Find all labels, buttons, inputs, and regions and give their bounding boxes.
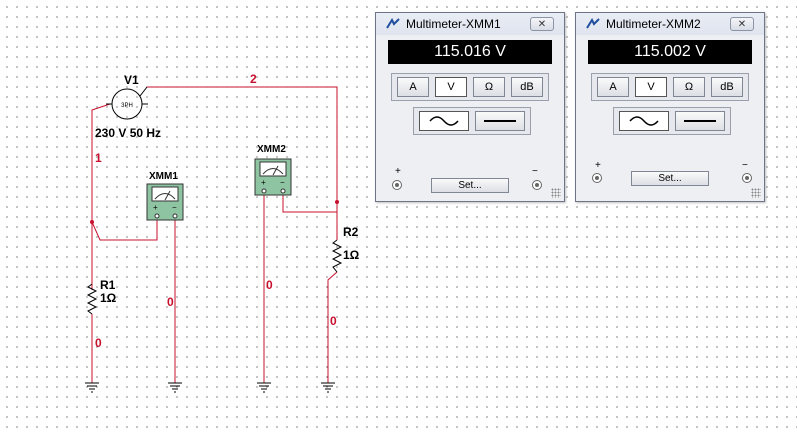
multimeter-logo-icon bbox=[386, 18, 400, 29]
meter-reading-display: 115.002 V bbox=[588, 40, 752, 64]
mode-ampere-button[interactable]: A bbox=[597, 77, 629, 97]
junction-dot bbox=[90, 220, 94, 224]
positive-sign: + bbox=[395, 166, 401, 177]
mode-ohm-button[interactable]: Ω bbox=[673, 77, 705, 97]
mode-volt-button[interactable]: V bbox=[435, 77, 467, 97]
svg-text:+: + bbox=[153, 203, 158, 212]
ac-wave-icon bbox=[629, 116, 659, 126]
close-icon: ✕ bbox=[537, 19, 547, 30]
mode-db-button[interactable]: dB bbox=[511, 77, 543, 97]
junction-dot bbox=[335, 200, 339, 204]
ground-icon bbox=[321, 382, 335, 393]
svg-text:+: + bbox=[261, 178, 266, 187]
mode-ohm-button[interactable]: Ω bbox=[473, 77, 505, 97]
net-label-0: 0 bbox=[330, 314, 337, 328]
resize-grip-icon[interactable] bbox=[551, 188, 561, 198]
svg-text:−: − bbox=[172, 203, 177, 212]
signal-type-group bbox=[613, 107, 731, 135]
resistor-r2[interactable] bbox=[331, 239, 343, 273]
net-label-0: 0 bbox=[167, 295, 174, 309]
window-title: Multimeter-XMM1 bbox=[406, 17, 501, 31]
window-titlebar[interactable]: Multimeter-XMM1 ✕ bbox=[376, 13, 564, 35]
dc-line-icon bbox=[484, 120, 516, 122]
r1-name-label: R1 bbox=[100, 278, 116, 292]
window-titlebar[interactable]: Multimeter-XMM2 ✕ bbox=[576, 13, 764, 35]
mode-ampere-button[interactable]: A bbox=[397, 77, 429, 97]
dc-button[interactable] bbox=[475, 111, 525, 131]
close-button[interactable]: ✕ bbox=[530, 17, 554, 31]
net-label-1: 1 bbox=[95, 151, 102, 165]
dc-button[interactable] bbox=[675, 111, 725, 131]
multimeter-logo-icon bbox=[586, 18, 600, 29]
positive-sign: + bbox=[595, 160, 601, 171]
source-value-label: 230 V 50 Hz bbox=[95, 126, 161, 140]
net-label-2: 2 bbox=[250, 72, 257, 86]
xmm2-label: XMM2 bbox=[257, 144, 286, 155]
negative-terminal[interactable] bbox=[532, 180, 542, 190]
r1-value-label: 1Ω bbox=[100, 291, 117, 305]
close-icon: ✕ bbox=[737, 19, 747, 30]
settings-button[interactable]: Set... bbox=[631, 171, 709, 186]
mode-db-button[interactable]: dB bbox=[711, 77, 743, 97]
settings-button[interactable]: Set... bbox=[431, 178, 509, 193]
svg-text:−: − bbox=[280, 178, 285, 187]
net-label-0: 0 bbox=[95, 336, 102, 350]
mode-button-group: A V Ω dB bbox=[591, 73, 749, 101]
multimeter-window-xmm1[interactable]: Multimeter-XMM1 ✕ 115.016 V A V Ω dB + −… bbox=[375, 12, 565, 202]
signal-type-group bbox=[413, 107, 531, 135]
positive-terminal[interactable] bbox=[592, 173, 602, 183]
mode-button-group: A V Ω dB bbox=[391, 73, 549, 101]
ac-wave-icon bbox=[429, 116, 459, 126]
ac-button[interactable] bbox=[419, 111, 469, 131]
multimeter-window-xmm2[interactable]: Multimeter-XMM2 ✕ 115.002 V A V Ω dB + −… bbox=[575, 12, 765, 202]
ground-icon bbox=[85, 382, 99, 393]
mode-volt-button[interactable]: V bbox=[635, 77, 667, 97]
positive-terminal[interactable] bbox=[392, 180, 402, 190]
r2-name-label: R2 bbox=[343, 225, 359, 239]
negative-sign: − bbox=[532, 166, 538, 177]
negative-terminal[interactable] bbox=[742, 173, 752, 183]
negative-sign: − bbox=[742, 160, 748, 171]
ac-button[interactable] bbox=[619, 111, 669, 131]
xmm1-label: XMM1 bbox=[149, 171, 178, 182]
resize-grip-icon[interactable] bbox=[751, 188, 761, 198]
window-title: Multimeter-XMM2 bbox=[606, 17, 701, 31]
ground-icon bbox=[257, 382, 271, 393]
resistor-r1[interactable] bbox=[86, 283, 98, 315]
multimeter-xmm2-symbol[interactable]: + − bbox=[254, 158, 292, 196]
dc-line-icon bbox=[684, 120, 716, 122]
meter-reading-display: 115.016 V bbox=[388, 40, 552, 64]
multimeter-xmm1-symbol[interactable]: + − bbox=[146, 183, 184, 221]
source-symbol-text: 3PH bbox=[121, 103, 133, 109]
source-name-label: V1 bbox=[124, 73, 139, 87]
close-button[interactable]: ✕ bbox=[730, 17, 754, 31]
net-label-0: 0 bbox=[266, 278, 273, 292]
r2-value-label: 1Ω bbox=[343, 248, 360, 262]
voltage-source-v1[interactable]: 3PH bbox=[106, 86, 148, 120]
ground-icon bbox=[168, 382, 182, 393]
